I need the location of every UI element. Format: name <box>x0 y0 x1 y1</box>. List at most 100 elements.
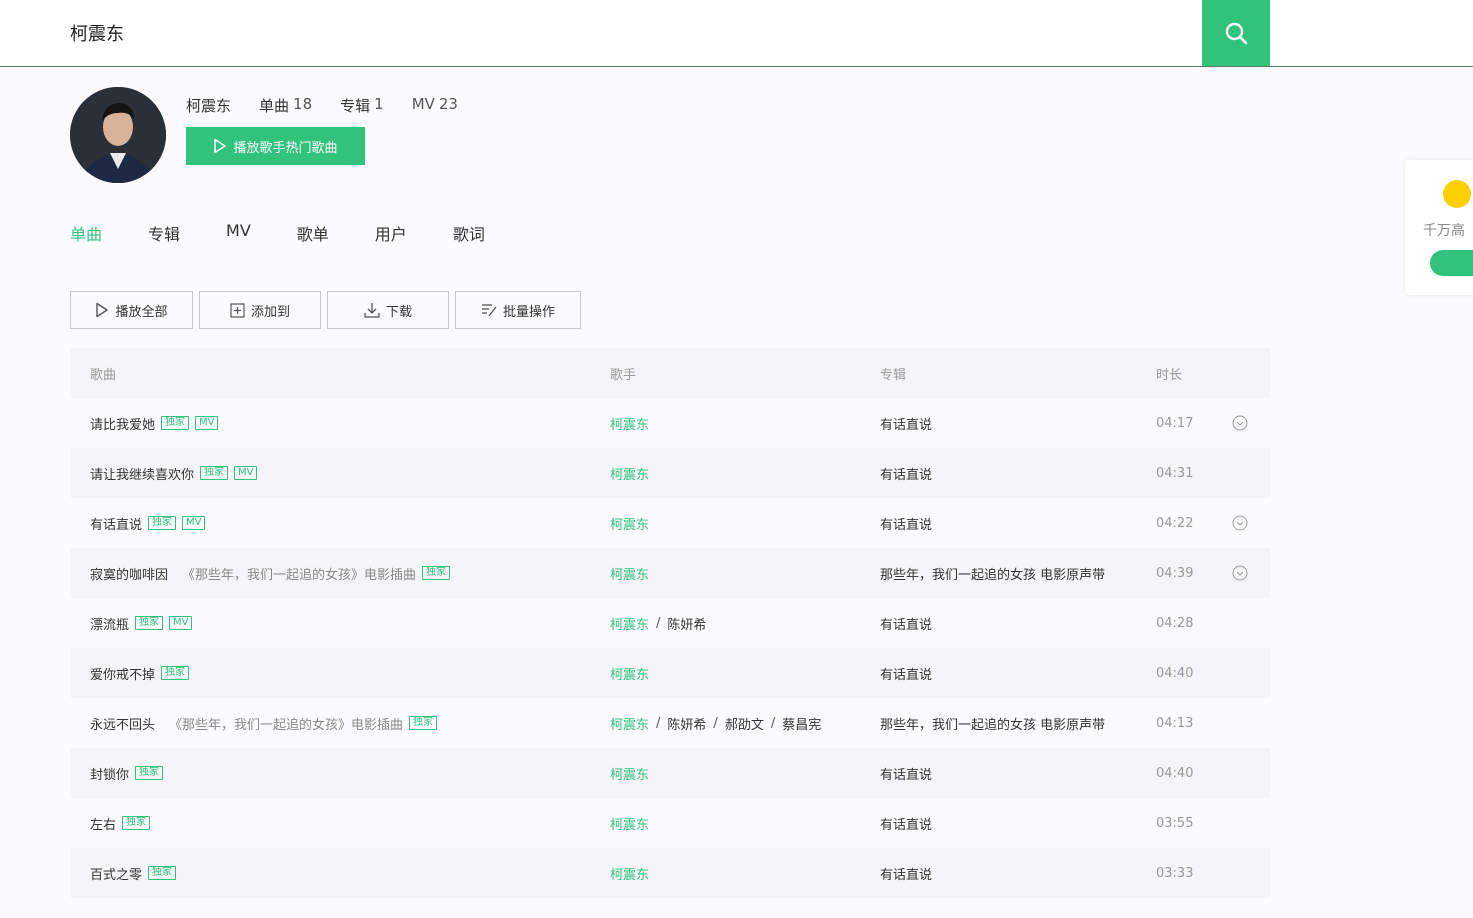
singer-link[interactable]: 柯震东 <box>610 864 649 883</box>
more-options-icon[interactable] <box>1232 515 1248 531</box>
header-song: 歌曲 <box>90 367 117 383</box>
song-title[interactable]: 有话直说 <box>90 514 142 533</box>
singer-separator: / <box>656 715 661 731</box>
singer-link[interactable]: 柯震东 <box>610 464 649 483</box>
albums-stat[interactable]: 专辑 1 <box>340 95 384 116</box>
album-link[interactable]: 有话直说 <box>880 814 932 833</box>
exclusive-tag: 独家 <box>135 766 164 780</box>
table-row[interactable]: 有话直说 独家 MV 柯震东 有话直说 04:22 <box>70 498 1270 548</box>
play-icon <box>96 302 109 318</box>
exclusive-tag: 独家 <box>161 416 190 430</box>
singer-link[interactable]: 陈妍希 <box>667 614 706 633</box>
song-title[interactable]: 左右 <box>90 814 116 833</box>
header-duration: 时长 <box>1156 367 1183 383</box>
singer-link[interactable]: 柯震东 <box>610 814 649 833</box>
duration-text: 04:22 <box>1156 515 1194 531</box>
song-title[interactable]: 漂流瓶 <box>90 614 129 633</box>
album-link[interactable]: 有话直说 <box>880 464 932 483</box>
singer-link[interactable]: 柯震东 <box>610 564 649 583</box>
song-cell: 寂寞的咖啡因 《那些年，我们一起追的女孩》电影插曲 独家 <box>90 564 451 583</box>
artist-avatar[interactable] <box>70 87 166 183</box>
tab-4[interactable]: 用户 <box>375 221 407 245</box>
more-options-icon[interactable] <box>1232 415 1248 431</box>
album-link[interactable]: 有话直说 <box>880 514 932 533</box>
singer-link[interactable]: 柯震东 <box>610 614 649 633</box>
song-table: 歌曲 歌手 专辑 时长 请比我爱她 独家 MV 柯震东 有话直说 04:17 请让我继续喜欢… <box>70 348 1270 898</box>
tab-0[interactable]: 单曲 <box>70 221 102 245</box>
ad-download-button[interactable] <box>1430 250 1473 276</box>
table-row[interactable]: 封锁你 独家 柯震东 有话直说 04:40 <box>70 748 1270 798</box>
duration-text: 03:55 <box>1156 815 1194 831</box>
singles-count: 18 <box>293 95 313 113</box>
tab-1[interactable]: 专辑 <box>148 221 180 245</box>
singer-cell: 柯震东 <box>610 464 649 483</box>
play-hot-songs-button[interactable]: 播放歌手热门歌曲 <box>186 127 365 165</box>
singer-cell: 柯震东 <box>610 814 649 833</box>
table-row[interactable]: 爱你戒不掉 独家 柯震东 有话直说 04:40 <box>70 648 1270 698</box>
song-title[interactable]: 请让我继续喜欢你 <box>90 464 194 483</box>
table-row[interactable]: 左右 独家 柯震东 有话直说 03:55 <box>70 798 1270 848</box>
singer-link[interactable]: 蔡昌宪 <box>782 714 821 733</box>
singer-separator: / <box>713 715 718 731</box>
singer-link[interactable]: 柯震东 <box>610 414 649 433</box>
mv-stat[interactable]: MV 23 <box>412 95 458 116</box>
add-to-label: 添加到 <box>250 304 290 320</box>
singer-link[interactable]: 柯震东 <box>610 664 649 683</box>
singer-separator: / <box>770 715 776 731</box>
song-title[interactable]: 百式之零 <box>90 864 142 883</box>
ad-text: 千万高 <box>1423 223 1465 239</box>
album-link[interactable]: 那些年，我们一起追的女孩 电影原声带 <box>880 564 1105 583</box>
singles-stat[interactable]: 单曲 18 <box>259 95 312 116</box>
album-link[interactable]: 有话直说 <box>880 664 932 683</box>
singer-link[interactable]: 陈妍希 <box>667 714 706 733</box>
exclusive-tag: 独家 <box>200 466 229 480</box>
song-title[interactable]: 请比我爱她 <box>90 414 155 433</box>
singer-link[interactable]: 郝劭文 <box>725 714 764 733</box>
table-row[interactable]: 寂寞的咖啡因 《那些年，我们一起追的女孩》电影插曲 独家 柯震东 那些年，我们一起追的女… <box>70 548 1270 598</box>
albums-label: 专辑 <box>340 97 371 115</box>
more-options-icon[interactable] <box>1232 565 1248 581</box>
singer-cell: 柯震东 <box>610 864 649 883</box>
search-input[interactable] <box>0 0 1202 66</box>
table-row[interactable]: 请比我爱她 独家 MV 柯震东 有话直说 04:17 <box>70 398 1270 448</box>
song-cell: 有话直说 独家 MV <box>90 514 206 533</box>
play-all-label: 播放全部 <box>115 304 168 320</box>
play-all-button[interactable]: 播放全部 <box>70 291 193 329</box>
song-title[interactable]: 爱你戒不掉 <box>90 664 155 683</box>
exclusive-tag: 独家 <box>422 566 451 580</box>
search-button[interactable] <box>1202 0 1270 66</box>
album-link[interactable]: 有话直说 <box>880 414 932 433</box>
tab-3[interactable]: 歌单 <box>297 221 329 245</box>
batch-operation-button[interactable]: 批量操作 <box>455 291 581 329</box>
song-cell: 左右 独家 <box>90 814 151 833</box>
mv-tag[interactable]: MV <box>234 466 258 480</box>
album-link[interactable]: 那些年，我们一起追的女孩 电影原声带 <box>880 714 1105 733</box>
mv-tag[interactable]: MV <box>169 616 193 630</box>
table-row[interactable]: 永远不回头 《那些年，我们一起追的女孩》电影插曲 独家 柯震东 / 陈妍希 / 郝劭文 / 蔡昌宪… <box>70 698 1270 748</box>
search-icon <box>1225 22 1248 45</box>
singer-link[interactable]: 柯震东 <box>610 714 649 733</box>
client-download-ad[interactable]: 千万高 <box>1405 160 1473 295</box>
add-to-button[interactable]: 添加到 <box>199 291 321 329</box>
table-row[interactable]: 漂流瓶 独家 MV 柯震东 / 陈妍希 有话直说 04:28 <box>70 598 1270 648</box>
album-link[interactable]: 有话直说 <box>880 864 932 883</box>
song-title[interactable]: 封锁你 <box>90 764 129 783</box>
table-row[interactable]: 请让我继续喜欢你 独家 MV 柯震东 有话直说 04:31 <box>70 448 1270 498</box>
singer-cell: 柯震东 <box>610 664 649 683</box>
song-cell: 请让我继续喜欢你 独家 MV <box>90 464 258 483</box>
mv-tag[interactable]: MV <box>182 516 206 530</box>
mv-tag[interactable]: MV <box>195 416 219 430</box>
tab-5[interactable]: 歌词 <box>453 221 485 245</box>
download-button[interactable]: 下载 <box>327 291 449 329</box>
song-title[interactable]: 寂寞的咖啡因 <box>90 564 168 583</box>
play-icon <box>214 138 227 154</box>
song-cell: 漂流瓶 独家 MV <box>90 614 193 633</box>
singer-link[interactable]: 柯震东 <box>610 764 649 783</box>
tab-2[interactable]: MV <box>226 221 251 245</box>
singer-link[interactable]: 柯震东 <box>610 514 649 533</box>
album-link[interactable]: 有话直说 <box>880 764 932 783</box>
song-title[interactable]: 永远不回头 <box>90 714 155 733</box>
album-link[interactable]: 有话直说 <box>880 614 932 633</box>
table-row[interactable]: 百式之零 独家 柯震东 有话直说 03:33 <box>70 848 1270 898</box>
top-search-bar <box>0 0 1473 67</box>
